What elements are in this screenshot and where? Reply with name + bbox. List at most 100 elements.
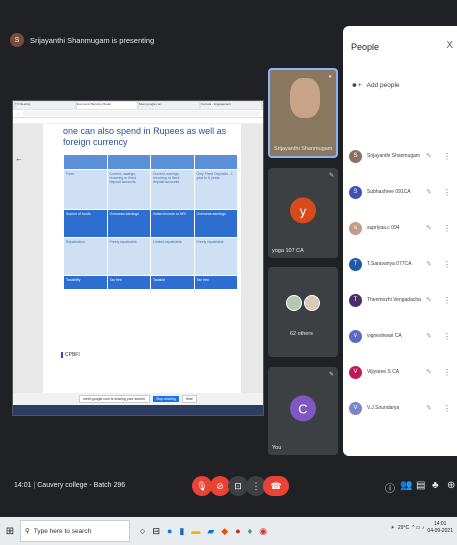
browser-tab[interactable]: Canvas - Engagement <box>201 102 261 109</box>
widgets-icon[interactable]: ⊟ <box>152 526 160 537</box>
participant-name: V.J.Soundarya <box>367 405 400 411</box>
task-view-icon[interactable]: ○ <box>140 526 145 537</box>
participant-name: yoga 107 CA <box>272 248 304 254</box>
activities-icon[interactable]: ♣ <box>432 480 439 491</box>
end-call-button[interactable]: ☎ <box>263 476 289 496</box>
stop-sharing-button[interactable]: Stop sharing <box>153 396 179 402</box>
powerpoint-icon[interactable]: ◆ <box>221 526 228 537</box>
windows-taskbar: ⊞ ⚲ Type here to search ○ ⊟ ● ▮ ▬ ▰ ◆ ● … <box>0 517 457 545</box>
clock-time: 14:01 <box>433 521 447 527</box>
present-button[interactable]: ⊡ <box>228 476 248 496</box>
participant-name: Srijayanthi Shanmugam <box>367 153 421 159</box>
tray-icons[interactable]: ^ ▭ ♪ <box>412 525 424 531</box>
mic-off-icon: ✎ <box>426 153 432 160</box>
file-explorer-icon[interactable]: ▬ <box>191 526 200 537</box>
more-options-icon[interactable]: ⋮ <box>443 332 451 341</box>
chrome-icon[interactable]: ◉ <box>259 526 267 537</box>
list-item[interactable]: S Srijayanthi Shanmugam ✎ ⋮ <box>343 138 457 174</box>
close-icon[interactable]: X <box>446 40 453 51</box>
arrow-left-icon[interactable]: ← <box>15 154 23 163</box>
avatar: S <box>349 149 362 163</box>
more-options-icon[interactable]: ⋮ <box>443 188 451 197</box>
add-people-label: Add people <box>366 82 400 89</box>
participant-video <box>290 78 320 118</box>
share-message: meet.google.com is sharing your screen. <box>79 395 151 403</box>
browser-tab[interactable]: Economic Banking Model <box>77 102 137 109</box>
taskbar-search[interactable]: ⚲ Type here to search <box>20 520 130 542</box>
taskbar-apps: ○ ⊟ ● ▮ ▬ ▰ ◆ ● ♦ ◉ <box>140 526 267 537</box>
avatar: S <box>349 185 362 199</box>
info-icon[interactable]: ⓘ <box>385 480 395 495</box>
search-icon: ⚲ <box>25 528 30 535</box>
chat-icon[interactable]: ▤ <box>416 480 425 491</box>
self-tile[interactable]: ✎ C You <box>268 367 338 455</box>
system-tray: ☀ 29°C ^ ▭ ♪ 14:01 04-09-2021 <box>390 521 453 535</box>
participant-name: Srijayanthi Shanmugam <box>274 146 333 152</box>
section-label: CPBFI <box>61 352 80 358</box>
participant-name: Thenmozhi Vengadachala... <box>367 297 421 303</box>
panel-title: People <box>351 42 380 52</box>
participant-name: Subhashree 091CA <box>367 189 411 195</box>
table-cell <box>63 154 108 170</box>
list-item[interactable]: s suprlyaa.c 094 ✎ ⋮ <box>343 210 457 246</box>
self-avatar: C <box>290 395 316 422</box>
search-placeholder: Type here to search <box>33 527 92 535</box>
more-options-icon[interactable]: ⋮ <box>443 404 451 413</box>
people-icon[interactable]: 👥 <box>400 480 412 491</box>
participant-list: S Srijayanthi Shanmugam ✎ ⋮ S Subhashree… <box>343 138 457 426</box>
table-cell: Form <box>63 169 108 210</box>
list-item[interactable]: T T.Saravanya 077CA ✎ ⋮ <box>343 246 457 282</box>
table-cell: Current, savings, recurring or fixed dep… <box>150 169 195 210</box>
participant-name: Vijiyaree.S CA <box>367 369 400 375</box>
mic-off-icon: ✎ <box>328 372 334 378</box>
participant-tile[interactable]: ✎ y yoga 107 CA <box>268 168 338 258</box>
more-options-icon[interactable]: ⋮ <box>443 152 451 161</box>
windows-start-icon[interactable]: ⊞ <box>0 526 20 537</box>
camera-toggle-button[interactable]: ⊘ <box>210 476 230 496</box>
list-item[interactable]: T Thenmozhi Vengadachala... ✎ ⋮ <box>343 282 457 318</box>
address-input[interactable] <box>22 111 260 116</box>
store-icon[interactable]: ▮ <box>179 526 184 537</box>
table-cell: Overseas earnings <box>106 209 151 238</box>
more-options-icon[interactable]: ⋮ <box>443 296 451 305</box>
list-item[interactable]: V V.J.Soundarya ✎ ⋮ <box>343 390 457 426</box>
media-icon[interactable]: ● <box>235 526 240 537</box>
table-cell: Freely repatriable <box>106 237 151 276</box>
document-area: ← one can also spend in Rupees as well a… <box>13 124 263 394</box>
clock[interactable]: 14:01 04-09-2021 <box>427 521 453 535</box>
avatar: T <box>349 257 362 271</box>
participant-name: suprlyaa.c 094 <box>367 225 400 231</box>
table-cell: Repatriation <box>63 237 108 276</box>
back-icon[interactable]: ← <box>16 111 20 116</box>
more-options-icon[interactable]: ⋮ <box>443 224 451 233</box>
edge-icon[interactable]: ● <box>167 526 172 537</box>
list-item[interactable]: v vigneshwari CA ✎ ⋮ <box>343 318 457 354</box>
table-cell: Tax free <box>193 275 238 290</box>
more-options-icon[interactable]: ⋮ <box>443 368 451 377</box>
lock-icon[interactable]: ⊕ <box>447 480 455 491</box>
list-item[interactable]: V Vijiyaree.S CA ✎ ⋮ <box>343 354 457 390</box>
mic-toggle-button[interactable]: 🎙 <box>192 476 212 496</box>
more-options-icon[interactable]: ⋮ <box>443 260 451 269</box>
list-item[interactable]: S Subhashree 091CA ✎ ⋮ <box>343 174 457 210</box>
more-icon[interactable]: ● <box>328 74 332 80</box>
mail-icon[interactable]: ▰ <box>207 526 214 537</box>
browser-address-bar: ← <box>13 110 263 118</box>
table-cell: Overseas earnings <box>193 209 238 238</box>
weather-icon[interactable]: ☀ <box>390 525 394 531</box>
avatar: T <box>349 293 362 307</box>
app-icon[interactable]: ♦ <box>248 526 253 537</box>
mic-off-icon: ✎ <box>426 225 432 232</box>
participant-tile[interactable]: ● Srijayanthi Shanmugam <box>268 68 338 158</box>
meeting-info: 14:01 | Cauvery college - Batch 296 <box>14 482 126 489</box>
others-tile[interactable]: 62 others <box>268 267 338 357</box>
add-people-button[interactable]: ☻+ Add people <box>351 82 400 89</box>
slide-title: one can also spend in Rupees as well as … <box>63 126 227 147</box>
browser-tab[interactable]: TV Meeting <box>15 102 75 109</box>
hide-button[interactable]: Hide <box>181 395 197 403</box>
browser-tab[interactable]: Meet google.com <box>139 102 199 109</box>
presenting-banner: S Srijayanthi Shanmugam is presenting <box>10 30 154 50</box>
mic-off-icon: ✎ <box>426 369 432 376</box>
shared-screen: TV Meeting Economic Banking Model Meet g… <box>12 100 264 416</box>
table-cell: Current, savings, recurring or fixed dep… <box>106 169 151 210</box>
